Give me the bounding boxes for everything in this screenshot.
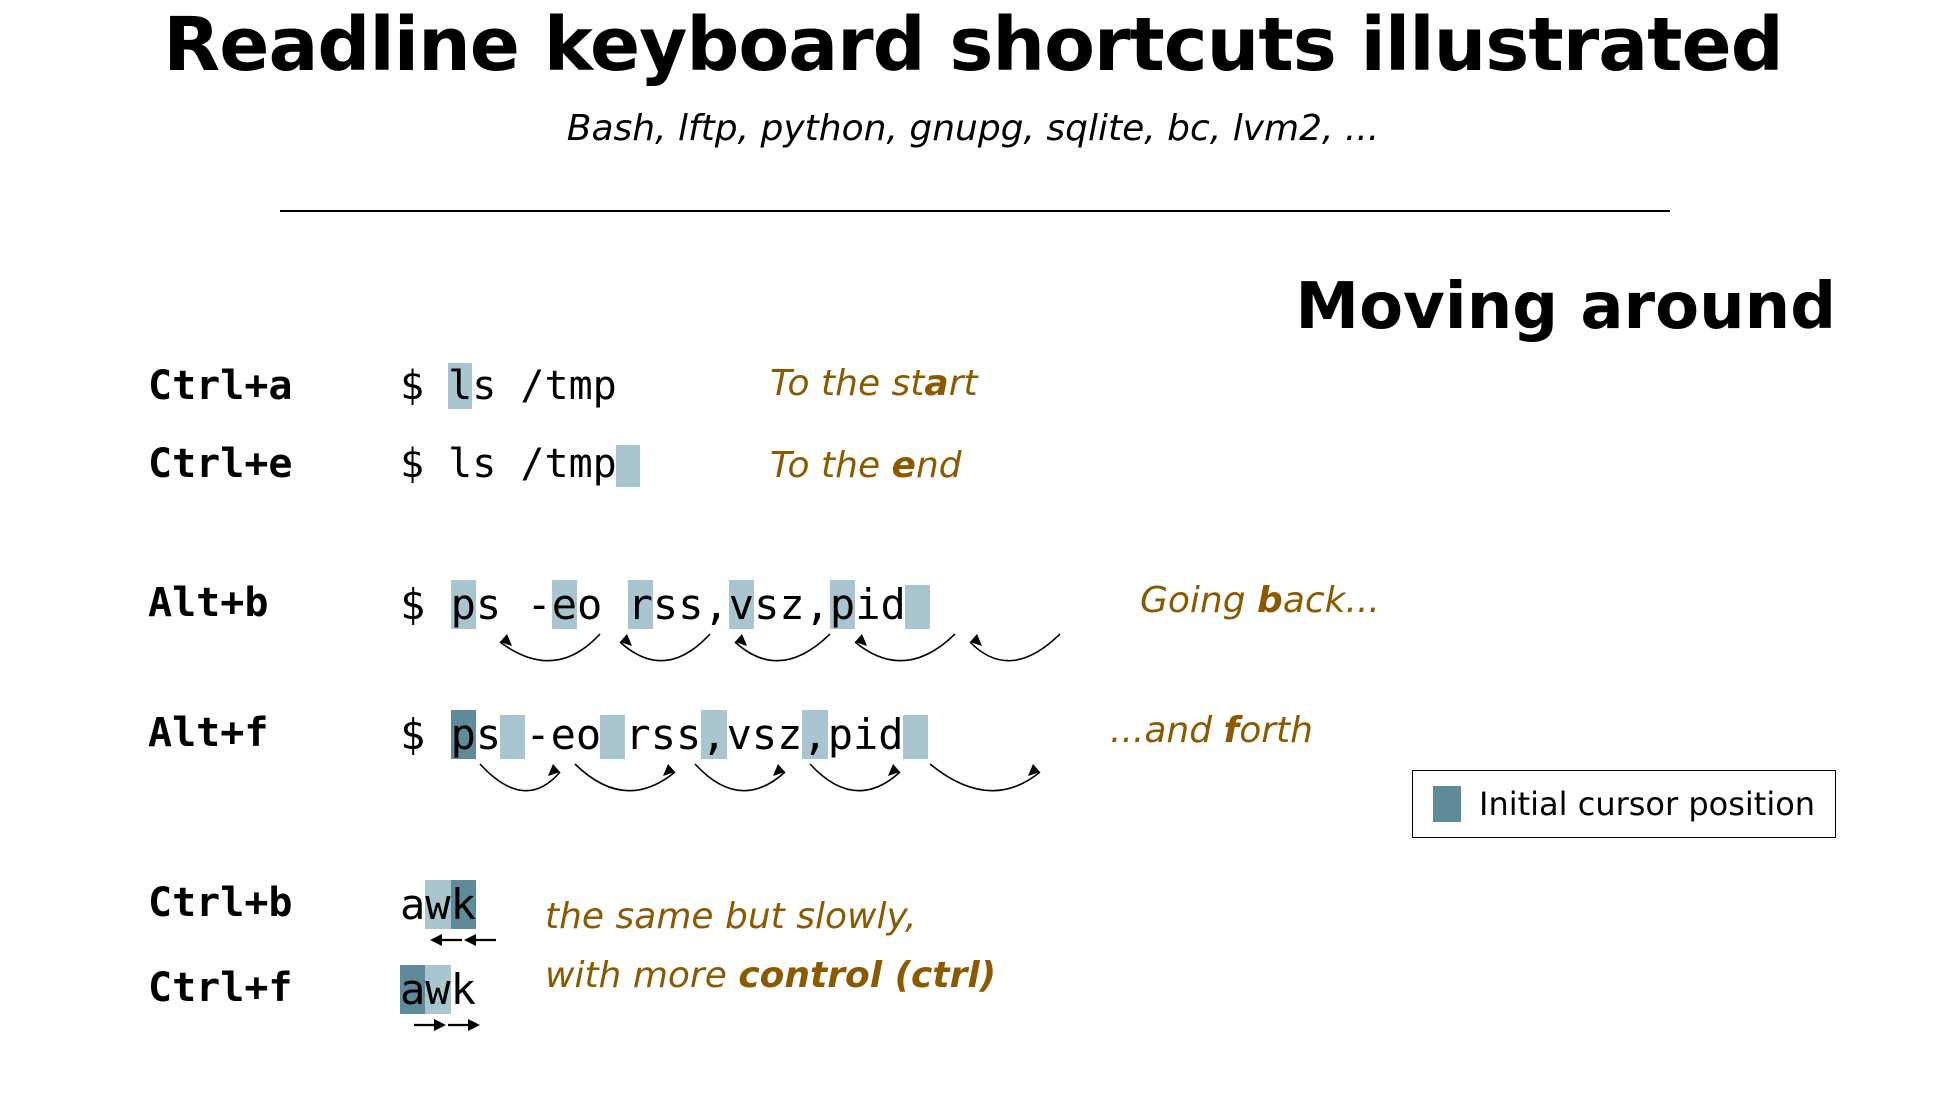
cmd-ctrl-e: $ ls /tmp: [400, 441, 640, 487]
cursor-block-icon: [600, 715, 625, 759]
legend: Initial cursor position: [1412, 770, 1836, 838]
desc-em: a: [924, 363, 948, 404]
desc-ctrl-e: To the end: [770, 445, 962, 486]
desc-text: rt: [949, 363, 978, 404]
desc-ctrl-a: To the start: [770, 363, 978, 404]
cmd-ctrl-f: awk: [400, 965, 476, 1014]
cmd-alt-b: $ ps -eo rss,vsz,pid: [400, 580, 930, 629]
page-title: Readline keyboard shortcuts illustrated: [0, 2, 1946, 88]
cursor-block-icon: [500, 715, 525, 759]
desc-em: e: [892, 445, 916, 486]
key-ctrl-a: Ctrl+a: [148, 363, 293, 409]
char-back-arrows-icon: [400, 930, 520, 956]
divider: [280, 210, 1670, 212]
forth-arrows-icon: [400, 758, 1080, 818]
cheat-sheet-page: Readline keyboard shortcuts illustrated …: [0, 0, 1946, 1098]
section-heading: Moving around: [1295, 270, 1836, 344]
page-subtitle: Bash, lftp, python, gnupg, sqlite, bc, l…: [0, 108, 1946, 149]
desc-em: control (ctrl): [738, 955, 996, 996]
cmd-ctrl-b: awk: [400, 880, 476, 929]
cursor-block-icon: [903, 715, 928, 759]
desc-text: To the: [770, 445, 892, 486]
char-fwd-arrows-icon: [400, 1015, 520, 1041]
key-ctrl-b: Ctrl+b: [148, 880, 293, 926]
key-alt-b: Alt+b: [148, 580, 268, 626]
desc-em: f: [1224, 710, 1240, 751]
desc-alt-b: Going back...: [1140, 580, 1380, 621]
key-ctrl-e: Ctrl+e: [148, 441, 293, 487]
desc-text: To the st: [770, 363, 924, 404]
cursor-block-icon: [616, 445, 640, 487]
desc-text: Going: [1140, 580, 1257, 621]
desc-text: nd: [916, 445, 962, 486]
desc-ctrl-bf-line1: the same but slowly,: [545, 896, 916, 937]
initial-cursor-icon: [905, 585, 930, 629]
desc-em: b: [1257, 580, 1283, 621]
desc-text: ...and: [1110, 710, 1224, 751]
back-arrows-icon: [400, 628, 1080, 688]
desc-text: with more: [545, 955, 738, 996]
legend-label: Initial cursor position: [1479, 785, 1815, 823]
cmd-ctrl-a: $ ls /tmp: [400, 363, 617, 409]
cmd-alt-f: $ ps-eorss,vsz,pid: [400, 710, 928, 759]
desc-ctrl-bf-line2: with more control (ctrl): [545, 955, 996, 996]
legend-swatch-icon: [1433, 786, 1461, 822]
key-alt-f: Alt+f: [148, 710, 268, 756]
key-ctrl-f: Ctrl+f: [148, 965, 293, 1011]
desc-text: ack...: [1283, 580, 1380, 621]
desc-text: orth: [1239, 710, 1313, 751]
desc-alt-f: ...and forth: [1110, 710, 1313, 751]
